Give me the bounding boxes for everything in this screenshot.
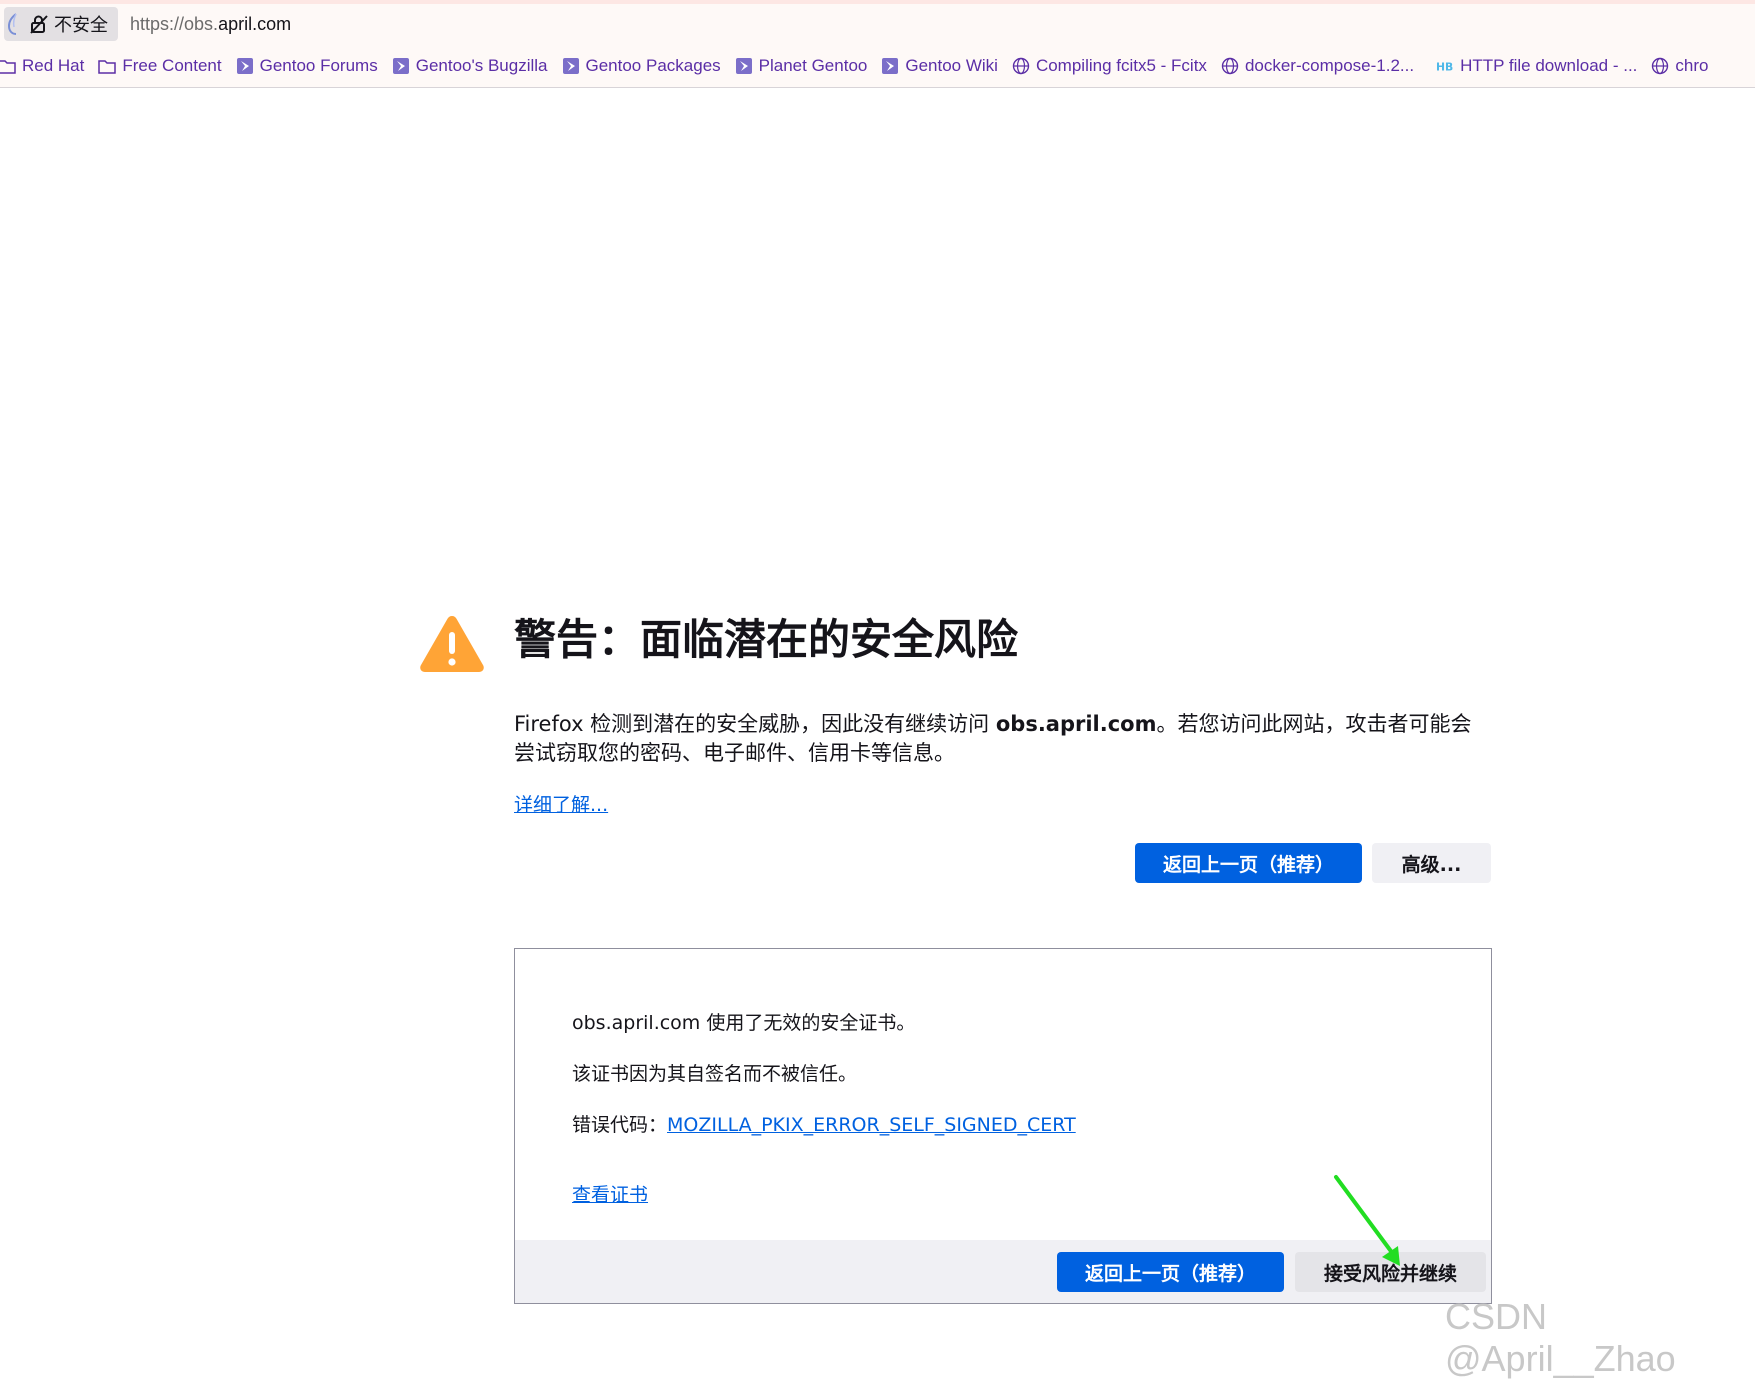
go-back-button[interactable]: 返回上一页（推荐） [1135, 843, 1362, 883]
go-back-button-secondary[interactable]: 返回上一页（推荐） [1057, 1252, 1284, 1292]
view-certificate-line: 查看证书 [572, 1180, 648, 1207]
bookmark-label: Planet Gentoo [758, 55, 868, 75]
bookmark-free-content[interactable]: Free Content [98, 55, 222, 76]
gentoo-icon [392, 57, 410, 75]
bookmark-label: docker-compose-1.2... [1244, 55, 1415, 75]
folder-icon [98, 57, 117, 75]
watermark: CSDN @April__Zhao [1445, 1296, 1676, 1379]
url-input[interactable]: https://obs.april.com [130, 14, 291, 35]
advanced-button[interactable]: 高级... [1372, 843, 1491, 883]
page-title: 警告：面临潜在的安全风险 [514, 615, 1019, 664]
error-code-label: 错误代码： [572, 1114, 668, 1136]
bookmark-red-hat[interactable]: Red Hat [0, 56, 84, 76]
annotation-arrow-icon [1330, 1172, 1410, 1272]
bookmarks-toolbar: Red Hat Free Content Gentoo Forums Gento… [0, 44, 1755, 88]
url-bar[interactable]: 不安全 https://obs.april.com [0, 0, 1755, 44]
bookmark-docker-compose[interactable]: docker-compose-1.2... [1221, 56, 1414, 76]
svg-text:HB: HB [1436, 60, 1453, 73]
security-indicator[interactable]: 不安全 [4, 7, 118, 41]
bookmark-gentoo-wiki[interactable]: Gentoo Wiki [881, 56, 998, 76]
bookmark-chro[interactable]: chro [1651, 56, 1708, 76]
bookmark-gentoo-bugzilla[interactable]: Gentoo's Bugzilla [392, 56, 548, 76]
bookmark-compiling-fcitx5[interactable]: Compiling fcitx5 - Fcitx [1012, 56, 1207, 76]
insecure-lock-icon [30, 14, 48, 34]
bookmark-label: Gentoo Packages [585, 55, 721, 75]
bookmark-label: HTTP file download - ... [1460, 55, 1638, 75]
gentoo-icon [881, 57, 899, 75]
hb-icon: HB [1436, 57, 1454, 75]
bookmark-label: Gentoo Forums [259, 55, 378, 75]
error-code-link[interactable]: MOZILLA_PKIX_ERROR_SELF_SIGNED_CERT [667, 1114, 1076, 1136]
folder-icon [0, 57, 16, 75]
url-scheme: https://obs. [130, 13, 219, 34]
bookmark-gentoo-forums[interactable]: Gentoo Forums [236, 56, 378, 76]
view-certificate-link[interactable]: 查看证书 [572, 1184, 648, 1206]
learn-more-link[interactable]: 详细了解... [514, 790, 608, 817]
warning-icon [418, 612, 486, 674]
description-text: Firefox 检测到潜在的安全威胁，因此没有继续访问 [514, 712, 996, 736]
bookmark-label: chro [1675, 55, 1709, 75]
bookmark-label: Compiling fcitx5 - Fcitx [1035, 55, 1207, 75]
security-label: 不安全 [54, 15, 108, 36]
gentoo-icon [562, 57, 580, 75]
bookmark-label: Free Content [122, 55, 222, 75]
bookmark-label: Red Hat [22, 55, 85, 75]
tracking-shield-icon[interactable] [8, 13, 24, 35]
globe-icon [1221, 57, 1239, 75]
bookmark-planet-gentoo[interactable]: Planet Gentoo [735, 55, 868, 76]
globe-icon [1651, 57, 1669, 75]
description-host: obs.april.com [995, 712, 1157, 736]
gentoo-icon [735, 57, 753, 75]
url-host: april.com [218, 13, 292, 34]
globe-icon [1012, 57, 1030, 75]
warning-description: Firefox 检测到潜在的安全威胁，因此没有继续访问 obs.april.co… [514, 710, 1484, 768]
bookmark-label: Gentoo Wiki [905, 55, 998, 75]
self-signed-text: 该证书因为其自签名而不被信任。 [572, 1063, 858, 1085]
bookmark-http-file-download[interactable]: HB HTTP file download - ... [1436, 56, 1637, 76]
invalid-cert-text: obs.april.com 使用了无效的安全证书。 [572, 1012, 916, 1034]
bookmark-gentoo-packages[interactable]: Gentoo Packages [562, 56, 721, 76]
gentoo-icon [236, 57, 254, 75]
bookmark-label: Gentoo's Bugzilla [415, 55, 548, 75]
error-code-line: 错误代码：MOZILLA_PKIX_ERROR_SELF_SIGNED_CERT [572, 1110, 1076, 1137]
